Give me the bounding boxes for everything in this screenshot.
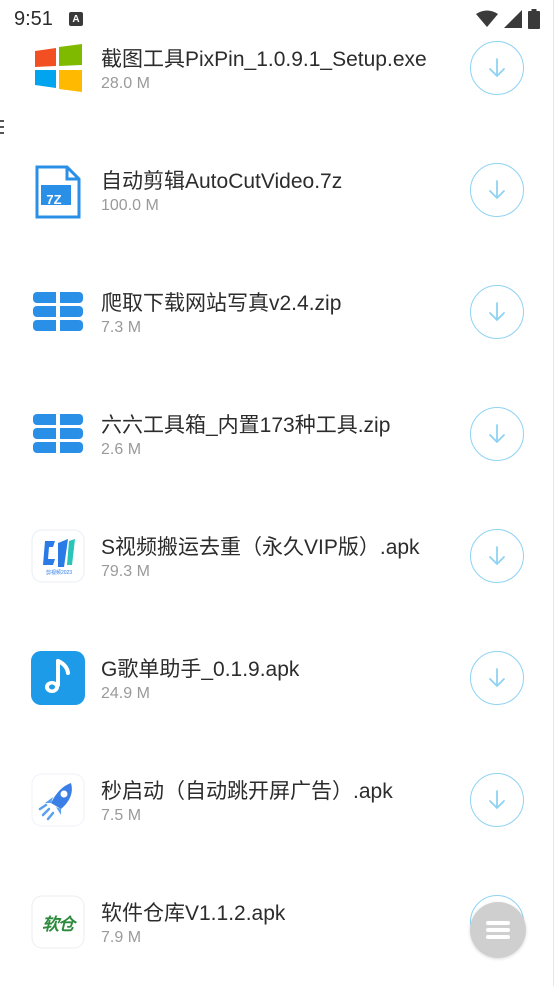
file-size: 24.9 M [101,685,150,702]
download-arrow-icon [489,180,505,199]
download-button[interactable] [470,41,524,95]
download-button[interactable] [470,163,524,217]
file-name: 爬取下载网站写真v2.4.zip [101,292,342,315]
file-name: S视频搬运去重（永久VIP版）.apk [101,536,420,559]
a-icon: A [68,12,83,26]
file-name: 截图工具PixPin_1.0.9.1_Setup.exe [101,48,427,71]
file-size: 79.3 M [101,563,150,580]
video-app-label: 剪视频2023 [45,570,73,576]
7z-archive-icon: 7Z [30,164,86,220]
file-name: G歌单助手_0.1.9.apk [101,658,300,681]
download-arrow-icon [489,58,505,77]
status-time: 9:51 [14,7,53,30]
file-row[interactable]: 7Z 自动剪辑AutoCutVideo.7z 100.0 M [0,122,554,244]
download-arrow-icon [489,424,505,443]
file-row[interactable]: 爬取下载网站写真v2.4.zip 7.3 M [0,244,554,366]
file-row[interactable]: 秒启动（自动跳开屏广告）.apk 7.5 M [0,732,554,854]
download-arrow-icon [489,668,505,687]
status-bar: 9:51 A [0,0,554,38]
zip-archive-icon [30,406,86,462]
menu-fab-button[interactable] [470,902,526,958]
file-name: 软件仓库V1.1.2.apk [101,902,286,925]
7z-label: 7Z [46,192,62,207]
file-size: 28.0 M [101,75,150,92]
download-button[interactable] [470,651,524,705]
file-row[interactable]: 剪视频2023 S视频搬运去重（永久VIP版）.apk 79.3 M [0,488,554,610]
zip-archive-icon [30,284,86,340]
file-size: 100.0 M [101,197,159,214]
status-indicators [476,9,540,29]
file-row[interactable]: 软仓 软件仓库V1.1.2.apk 7.9 M [0,854,554,976]
rocket-icon [30,772,86,828]
software-store-label: 软仓 [42,915,75,934]
software-store-icon: 软仓 [30,894,86,950]
file-size: 2.6 M [101,441,142,458]
battery-icon [528,9,540,29]
download-arrow-icon [489,546,505,565]
file-name: 自动剪辑AutoCutVideo.7z [101,170,343,193]
video-app-icon: 剪视频2023 [30,528,86,584]
download-arrow-icon [489,302,505,321]
menu-icon [486,921,510,939]
wifi-icon [476,10,498,27]
file-size: 7.9 M [101,929,142,946]
file-name: 秒启动（自动跳开屏广告）.apk [101,780,393,803]
music-note-icon [30,650,86,706]
windows-icon [30,40,86,96]
file-name: 六六工具箱_内置173种工具.zip [101,414,391,437]
download-button[interactable] [470,529,524,583]
download-arrow-icon [489,790,505,809]
file-row[interactable]: G歌单助手_0.1.9.apk 24.9 M [0,610,554,732]
file-row[interactable]: 六六工具箱_内置173种工具.zip 2.6 M [0,366,554,488]
signal-icon [504,10,522,28]
file-size: 7.5 M [101,807,142,824]
file-size: 7.3 M [101,319,142,336]
download-button[interactable] [470,407,524,461]
download-button[interactable] [470,773,524,827]
download-button[interactable] [470,285,524,339]
